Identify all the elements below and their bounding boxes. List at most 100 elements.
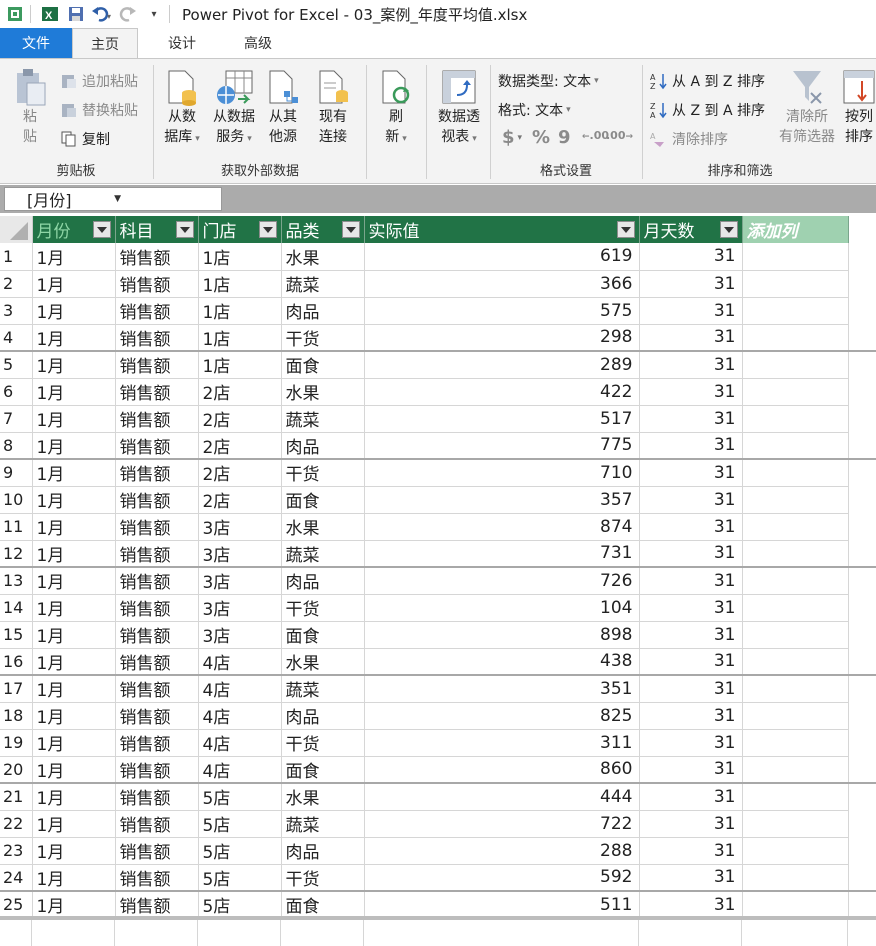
row-number[interactable]: 25 xyxy=(0,891,33,919)
category-cell[interactable]: 干货 xyxy=(281,594,365,622)
category-cell[interactable]: 水果 xyxy=(281,378,365,406)
store-cell[interactable]: 1店 xyxy=(198,270,282,298)
row-number[interactable]: 13 xyxy=(0,567,33,595)
month-cell[interactable]: 1月 xyxy=(32,783,116,811)
tab-home[interactable]: 主页 xyxy=(72,28,138,58)
row-number[interactable]: 21 xyxy=(0,783,33,811)
subject-cell[interactable]: 销售额 xyxy=(115,756,199,784)
table-row[interactable]: 25 1月 销售额 5店 面食 511 31 xyxy=(0,891,876,919)
subject-cell[interactable]: 销售额 xyxy=(115,648,199,676)
existing-connections-button[interactable]: 现有 连接 xyxy=(313,67,353,147)
actual-value-cell[interactable]: 722 xyxy=(364,810,640,838)
tab-design[interactable]: 设计 xyxy=(150,28,214,58)
table-row[interactable]: 8 1月 销售额 2店 肉品 775 31 xyxy=(0,432,876,460)
store-cell[interactable]: 2店 xyxy=(198,405,282,433)
days-in-month-cell[interactable]: 31 xyxy=(639,243,743,271)
days-in-month-cell[interactable]: 31 xyxy=(639,783,743,811)
actual-value-cell[interactable]: 288 xyxy=(364,837,640,865)
category-cell[interactable]: 干货 xyxy=(281,459,365,487)
category-cell[interactable]: 面食 xyxy=(281,756,365,784)
refresh-button[interactable]: 刷 新 ▾ xyxy=(378,67,414,149)
row-number[interactable]: 4 xyxy=(0,324,33,352)
actual-value-cell[interactable]: 710 xyxy=(364,459,640,487)
subject-cell[interactable]: 销售额 xyxy=(115,432,199,460)
row-number[interactable]: 9 xyxy=(0,459,33,487)
column-header-subject[interactable]: 科目 xyxy=(115,216,199,243)
store-cell[interactable]: 3店 xyxy=(198,567,282,595)
subject-cell[interactable]: 销售额 xyxy=(115,675,199,703)
table-row[interactable]: 4 1月 销售额 1店 干货 298 31 xyxy=(0,324,876,352)
table-row[interactable]: 2 1月 销售额 1店 蔬菜 366 31 xyxy=(0,270,876,298)
column-selector[interactable]: [月份] ▼ xyxy=(4,187,222,211)
store-cell[interactable]: 3店 xyxy=(198,621,282,649)
month-cell[interactable]: 1月 xyxy=(32,297,116,325)
add-column-cell[interactable] xyxy=(742,243,849,271)
subject-cell[interactable]: 销售额 xyxy=(115,837,199,865)
days-in-month-cell[interactable]: 31 xyxy=(639,891,743,919)
days-in-month-cell[interactable]: 31 xyxy=(639,756,743,784)
subject-cell[interactable]: 销售额 xyxy=(115,621,199,649)
add-column-cell[interactable] xyxy=(742,648,849,676)
actual-value-cell[interactable]: 726 xyxy=(364,567,640,595)
table-row[interactable]: 24 1月 销售额 5店 干货 592 31 xyxy=(0,864,876,892)
category-cell[interactable]: 肉品 xyxy=(281,432,365,460)
actual-value-cell[interactable]: 438 xyxy=(364,648,640,676)
select-all-corner[interactable] xyxy=(0,216,33,243)
table-row[interactable]: 17 1月 销售额 4店 蔬菜 351 31 xyxy=(0,675,876,703)
actual-value-cell[interactable]: 444 xyxy=(364,783,640,811)
table-row[interactable]: 23 1月 销售额 5店 肉品 288 31 xyxy=(0,837,876,865)
month-cell[interactable]: 1月 xyxy=(32,432,116,460)
table-row[interactable]: 9 1月 销售额 2店 干货 710 31 xyxy=(0,459,876,487)
month-cell[interactable]: 1月 xyxy=(32,837,116,865)
month-cell[interactable]: 1月 xyxy=(32,891,116,919)
filter-dropdown-icon[interactable] xyxy=(616,221,635,238)
month-cell[interactable]: 1月 xyxy=(32,459,116,487)
actual-value-cell[interactable]: 366 xyxy=(364,270,640,298)
category-cell[interactable]: 蔬菜 xyxy=(281,405,365,433)
days-in-month-cell[interactable]: 31 xyxy=(639,594,743,622)
data-type-dropdown[interactable]: 数据类型: 文本 ▾ xyxy=(498,71,599,91)
subject-cell[interactable]: 销售额 xyxy=(115,459,199,487)
add-column-cell[interactable] xyxy=(742,675,849,703)
actual-value-cell[interactable]: 731 xyxy=(364,540,640,568)
category-cell[interactable]: 肉品 xyxy=(281,702,365,730)
store-cell[interactable]: 2店 xyxy=(198,432,282,460)
filter-dropdown-icon[interactable] xyxy=(175,221,194,238)
table-row[interactable]: 13 1月 销售额 3店 肉品 726 31 xyxy=(0,567,876,595)
actual-value-cell[interactable]: 825 xyxy=(364,702,640,730)
month-cell[interactable]: 1月 xyxy=(32,594,116,622)
days-in-month-cell[interactable]: 31 xyxy=(639,432,743,460)
month-cell[interactable]: 1月 xyxy=(32,756,116,784)
add-column-cell[interactable] xyxy=(742,621,849,649)
actual-value-cell[interactable]: 575 xyxy=(364,297,640,325)
month-cell[interactable]: 1月 xyxy=(32,648,116,676)
subject-cell[interactable]: 销售额 xyxy=(115,810,199,838)
filter-dropdown-icon[interactable] xyxy=(92,221,111,238)
store-cell[interactable]: 5店 xyxy=(198,864,282,892)
table-row[interactable]: 15 1月 销售额 3店 面食 898 31 xyxy=(0,621,876,649)
percent-button[interactable]: % xyxy=(532,127,550,148)
add-column-header[interactable]: 添加列 xyxy=(742,216,849,243)
category-cell[interactable]: 面食 xyxy=(281,891,365,919)
days-in-month-cell[interactable]: 31 xyxy=(639,675,743,703)
add-column-cell[interactable] xyxy=(742,891,849,919)
add-column-cell[interactable] xyxy=(742,864,849,892)
actual-value-cell[interactable]: 517 xyxy=(364,405,640,433)
month-cell[interactable]: 1月 xyxy=(32,513,116,541)
subject-cell[interactable]: 销售额 xyxy=(115,864,199,892)
filter-dropdown-icon[interactable] xyxy=(258,221,277,238)
subject-cell[interactable]: 销售额 xyxy=(115,594,199,622)
store-cell[interactable]: 3店 xyxy=(198,513,282,541)
currency-button[interactable]: $ ▾ xyxy=(502,127,522,148)
actual-value-cell[interactable]: 775 xyxy=(364,432,640,460)
category-cell[interactable]: 干货 xyxy=(281,324,365,352)
days-in-month-cell[interactable]: 31 xyxy=(639,567,743,595)
replace-paste-button[interactable]: 替换粘贴 xyxy=(60,100,138,120)
save-icon[interactable] xyxy=(65,3,87,25)
subject-cell[interactable]: 销售额 xyxy=(115,324,199,352)
days-in-month-cell[interactable]: 31 xyxy=(639,297,743,325)
table-row[interactable]: 3 1月 销售额 1店 肉品 575 31 xyxy=(0,297,876,325)
table-row[interactable]: 5 1月 销售额 1店 面食 289 31 xyxy=(0,351,876,379)
month-cell[interactable]: 1月 xyxy=(32,729,116,757)
days-in-month-cell[interactable]: 31 xyxy=(639,702,743,730)
